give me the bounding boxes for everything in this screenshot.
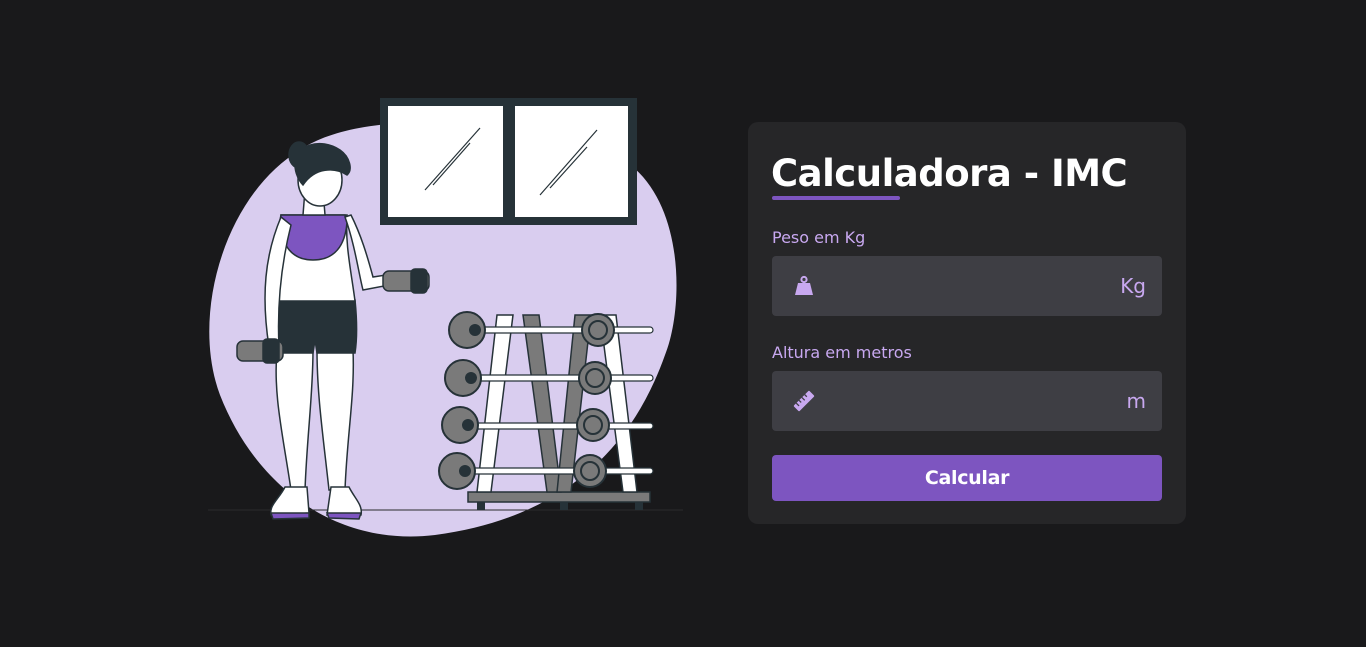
title-underline [772,196,900,200]
height-unit: m [1126,389,1146,413]
weight-icon [795,275,813,295]
calculate-button[interactable]: Calcular [772,455,1162,501]
fitness-illustration [195,95,690,540]
weight-input[interactable] [822,256,1106,318]
weight-unit: Kg [1120,274,1146,298]
ruler-icon [793,390,815,412]
weight-label: Peso em Kg [772,228,866,247]
window [380,98,637,225]
weight-field: Kg [772,256,1162,318]
imc-calculator-card: Calculadora - IMC Peso em Kg Kg Altura e… [748,122,1186,524]
height-label: Altura em metros [772,343,912,362]
height-field: m [772,371,1162,433]
page-title: Calculadora - IMC [771,152,1128,195]
fitness-illustration-svg [208,98,683,537]
height-input[interactable] [822,371,1106,433]
page: Calculadora - IMC Peso em Kg Kg Altura e… [0,0,1366,647]
